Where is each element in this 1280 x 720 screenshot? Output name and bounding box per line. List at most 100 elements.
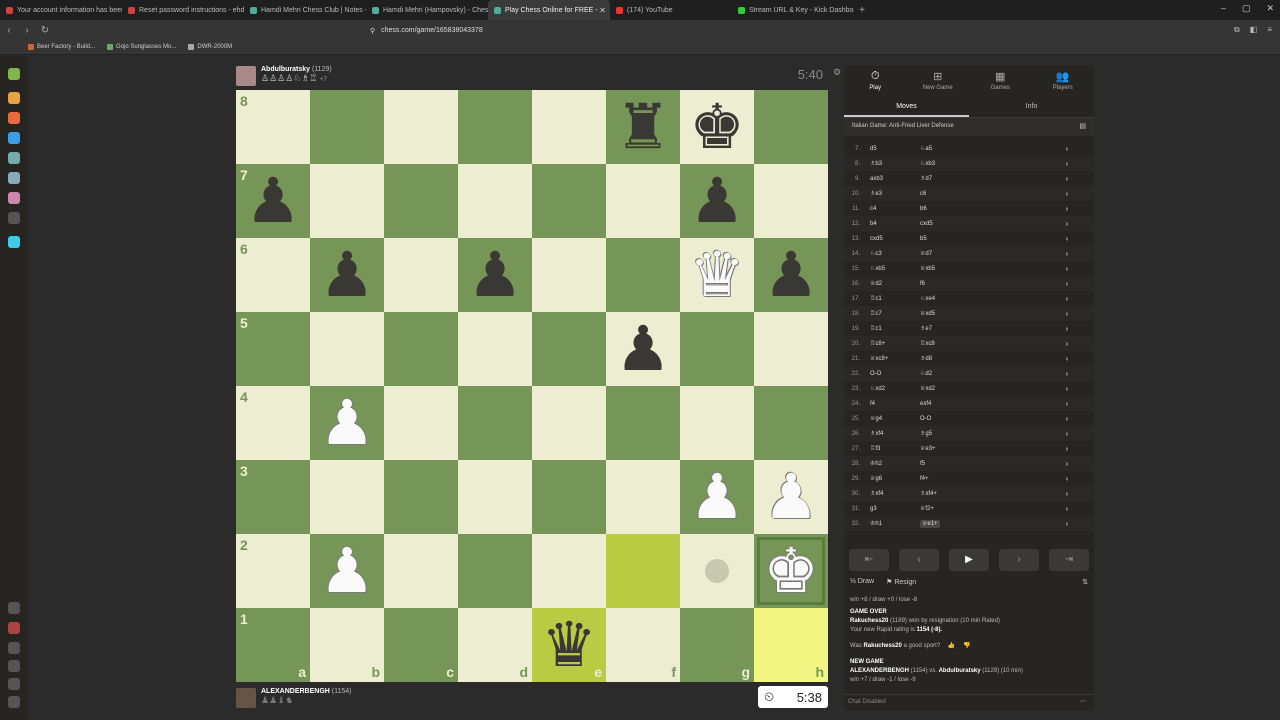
more-icon[interactable]: [8, 212, 20, 224]
premium-diamond-icon[interactable]: [8, 236, 20, 248]
white-pawn-icon[interactable]: ♟: [319, 392, 375, 454]
board-settings-icon[interactable]: ⚙: [833, 67, 841, 78]
white-queen-icon[interactable]: ♛: [689, 244, 745, 306]
square-h5[interactable]: [754, 312, 828, 386]
black-move[interactable]: ♕d7: [914, 250, 1044, 257]
panel-tab-new-game[interactable]: ⊞ New Game: [907, 66, 970, 96]
black-pawn-icon[interactable]: ♟: [615, 318, 671, 380]
bookmark-item[interactable]: DWR-2000M: [188, 44, 232, 50]
black-move[interactable]: ♕e1+: [914, 520, 1044, 528]
black-move[interactable]: ♗e7: [914, 325, 1044, 332]
black-move[interactable]: ♖xc8: [914, 340, 1044, 347]
move-list[interactable]: 7. d5 ♘a5 ▮ 8. ♗b3 ♘xb3 ▮ 9. axb3 ♗d7 ▮ 10. ♗e3 c6 ▮ 11.…: [844, 141, 1094, 538]
draw-button[interactable]: ½ Draw: [850, 578, 874, 592]
square-d6[interactable]: ♟: [458, 238, 532, 312]
site-info-icon[interactable]: ⚲: [370, 27, 375, 35]
close-window-icon[interactable]: ✕: [1266, 3, 1274, 14]
square-e6[interactable]: [532, 238, 606, 312]
browser-tab[interactable]: Hamdi Mehri (Hampovsky) - Chess.: [366, 0, 488, 20]
legal-move-dot[interactable]: [705, 559, 729, 583]
square-c7[interactable]: [384, 164, 458, 238]
black-move[interactable]: ♘d2: [914, 370, 1044, 377]
black-move[interactable]: O-O: [914, 416, 1044, 422]
square-f6[interactable]: [606, 238, 680, 312]
previous-move-button[interactable]: ‹: [899, 549, 939, 571]
square-c4[interactable]: [384, 386, 458, 460]
black-move[interactable]: f5: [914, 461, 1044, 467]
friends-icon[interactable]: [8, 642, 20, 654]
next-move-button[interactable]: ›: [999, 549, 1039, 571]
minimize-icon[interactable]: –: [1221, 3, 1226, 14]
white-move[interactable]: ♔h1: [864, 520, 914, 527]
square-e7[interactable]: [532, 164, 606, 238]
white-move[interactable]: ♕g4: [864, 415, 914, 422]
square-f7[interactable]: [606, 164, 680, 238]
square-h1[interactable]: h: [754, 608, 828, 682]
back-icon[interactable]: ‹: [0, 25, 18, 36]
square-e3[interactable]: [532, 460, 606, 534]
sidebar-icon[interactable]: ◧: [1250, 25, 1258, 35]
black-pawn-icon[interactable]: ♟: [467, 244, 523, 306]
book-icon[interactable]: ▤: [1079, 122, 1086, 130]
white-move[interactable]: ♖c1: [864, 295, 914, 302]
white-move[interactable]: ♖f3: [864, 445, 914, 452]
black-move[interactable]: f4+: [914, 476, 1044, 482]
square-c2[interactable]: [384, 534, 458, 608]
square-f3[interactable]: [606, 460, 680, 534]
white-move[interactable]: axb3: [864, 176, 914, 182]
thumbs-up-icon[interactable]: 👍: [948, 642, 955, 651]
black-move[interactable]: b6: [914, 206, 1044, 212]
white-move[interactable]: ♖c1: [864, 325, 914, 332]
square-d5[interactable]: [458, 312, 532, 386]
panel-tab-players[interactable]: 👥 Players: [1032, 66, 1095, 96]
chess-board[interactable]: 8 ♜ ♚ 7 ♟ ♟ 6 ♟ ♟ ♛ ♟ 5 ♟ 4 ♟ 3 ♟ ♟ 2 ♟ ♚ 1 a b c d e ♛ f g h: [236, 90, 828, 682]
square-g3[interactable]: ♟: [680, 460, 754, 534]
square-a1[interactable]: 1a: [236, 608, 310, 682]
extensions-icon[interactable]: ⧉: [1234, 25, 1240, 35]
thumbs-down-icon[interactable]: 👎: [963, 642, 970, 651]
play-icon[interactable]: [8, 92, 20, 104]
square-e2[interactable]: [532, 534, 606, 608]
square-d4[interactable]: [458, 386, 532, 460]
white-move[interactable]: ♗xf4: [864, 430, 914, 437]
browser-tab[interactable]: Stream URL & Key - Kick Dashboard: [732, 0, 854, 20]
chess-logo-icon[interactable]: [8, 68, 20, 80]
maximize-icon[interactable]: ▢: [1242, 3, 1251, 14]
white-move[interactable]: ♔h2: [864, 460, 914, 467]
white-move[interactable]: g3: [864, 506, 914, 512]
square-a2[interactable]: 2: [236, 534, 310, 608]
black-move[interactable]: c6: [914, 191, 1044, 197]
white-move[interactable]: ♕g6: [864, 475, 914, 482]
white-move[interactable]: ♗b3: [864, 160, 914, 167]
bookmark-item[interactable]: Gojo Sunglasses Mo...: [107, 44, 176, 50]
square-f2[interactable]: [606, 534, 680, 608]
square-g5[interactable]: [680, 312, 754, 386]
square-f1[interactable]: f: [606, 608, 680, 682]
white-move[interactable]: f4: [864, 401, 914, 407]
square-b8[interactable]: [310, 90, 384, 164]
black-pawn-icon[interactable]: ♟: [763, 244, 819, 306]
forward-icon[interactable]: ›: [18, 25, 36, 36]
square-a8[interactable]: 8: [236, 90, 310, 164]
settings-icon[interactable]: [8, 696, 20, 708]
new-tab-icon[interactable]: +: [854, 5, 870, 16]
square-c1[interactable]: c: [384, 608, 458, 682]
square-b1[interactable]: b: [310, 608, 384, 682]
first-move-button[interactable]: ⇤: [849, 549, 889, 571]
black-rook-icon[interactable]: ♜: [615, 96, 671, 158]
black-move[interactable]: ♘a5: [914, 145, 1044, 152]
square-h2[interactable]: ♚: [754, 534, 828, 608]
square-d3[interactable]: [458, 460, 532, 534]
black-move[interactable]: f6: [914, 281, 1044, 287]
reload-icon[interactable]: ↻: [36, 25, 54, 36]
square-d7[interactable]: [458, 164, 532, 238]
white-move[interactable]: b4: [864, 221, 914, 227]
top-player-name-line[interactable]: Abdulburatsky (1129): [261, 66, 332, 73]
square-f8[interactable]: ♜: [606, 90, 680, 164]
square-c6[interactable]: [384, 238, 458, 312]
black-pawn-icon[interactable]: ♟: [319, 244, 375, 306]
bottom-player-avatar[interactable]: [236, 688, 256, 708]
square-d8[interactable]: [458, 90, 532, 164]
square-g8[interactable]: ♚: [680, 90, 754, 164]
browser-tab[interactable]: Your account information has been c: [0, 0, 122, 20]
